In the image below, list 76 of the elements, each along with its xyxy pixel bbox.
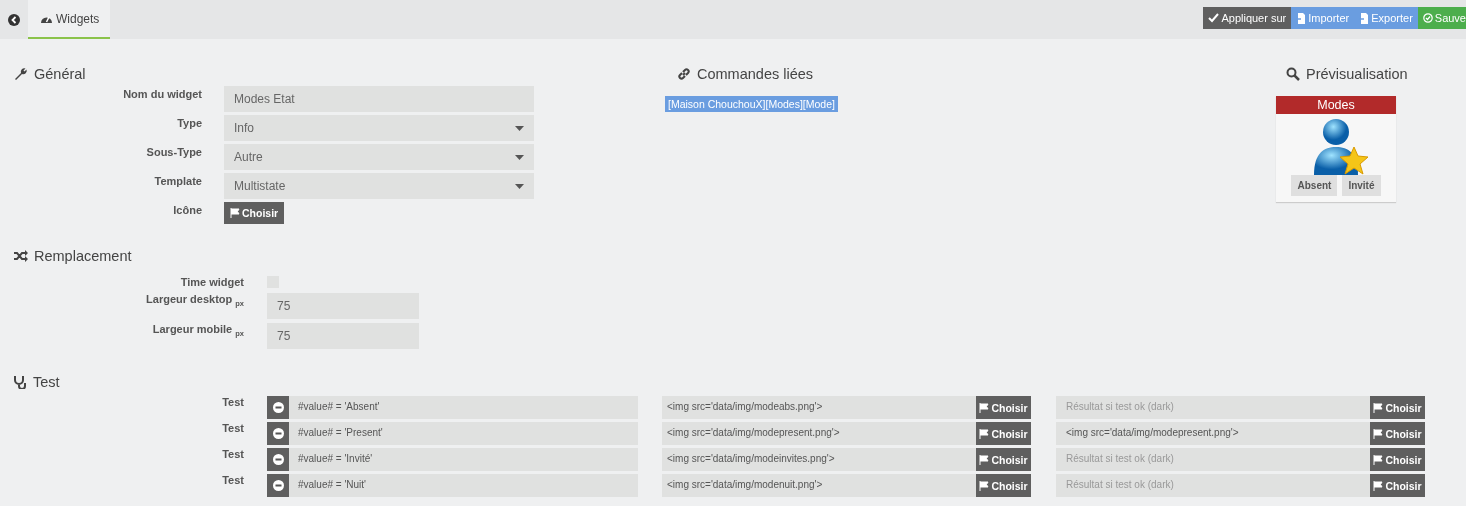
choose-button[interactable]: Choisir	[976, 448, 1031, 471]
section-title: Général	[34, 66, 86, 82]
result-field[interactable]: <img src='data/img/modeabs.png'>	[662, 396, 976, 419]
field-label: Template	[153, 174, 202, 187]
section-title: Remplacement	[34, 248, 132, 264]
section-title: Prévisualisation	[1306, 66, 1408, 82]
minus-circle-icon	[272, 428, 284, 439]
flag-icon	[230, 208, 240, 218]
widgets-tab[interactable]: Widgets	[28, 0, 111, 39]
result-field[interactable]: <img src='data/img/modepresent.png'>	[662, 422, 976, 445]
field-label: Type	[176, 116, 202, 129]
shuffle-icon	[14, 250, 28, 262]
back-arrow-icon	[8, 13, 20, 26]
condition-field[interactable]: #value# = 'Absent'	[289, 396, 638, 419]
remove-button[interactable]	[267, 474, 289, 497]
choose-button[interactable]: Choisir	[224, 202, 285, 224]
widget-title: Modes	[1276, 96, 1396, 114]
caret-icon	[515, 183, 524, 189]
minus-circle-icon	[272, 454, 284, 465]
field-label: Test	[221, 448, 244, 460]
field-label: Largeur desktop	[146, 293, 233, 305]
select-field[interactable]: Info	[224, 115, 534, 141]
select-field[interactable]: Autre	[224, 144, 534, 170]
choose-button[interactable]: Choisir	[1370, 396, 1425, 419]
result-field[interactable]: <img src='data/img/modenuit.png'>	[662, 474, 976, 497]
field-label: Nom du widget	[122, 87, 202, 100]
width-field[interactable]: 75	[267, 323, 419, 349]
result-field[interactable]: <img src='data/img/modeinvites.png'>	[662, 448, 976, 471]
condition-field[interactable]: #value# = 'Nuit'	[289, 474, 638, 497]
flag-icon	[979, 454, 990, 465]
field-label: Largeur mobile	[152, 323, 233, 335]
choose-button[interactable]: Choisir	[1370, 422, 1425, 445]
flag-icon	[979, 480, 990, 491]
apply-button[interactable]: Appliquer sur	[1203, 7, 1292, 29]
section-title: Commandes liées	[697, 66, 814, 82]
mode-button[interactable]: Absent	[1291, 175, 1338, 196]
remove-button[interactable]	[267, 396, 289, 419]
file-icon	[1359, 12, 1370, 24]
flag-icon	[979, 402, 990, 413]
choose-button[interactable]: Choisir	[976, 396, 1031, 419]
flag-icon	[979, 428, 990, 439]
section-title: Test	[33, 374, 60, 390]
choose-button[interactable]: Choisir	[1370, 474, 1425, 497]
remove-button[interactable]	[267, 448, 289, 471]
select-field[interactable]: Multistate	[224, 173, 534, 199]
caret-icon	[515, 125, 524, 131]
flag-icon	[1373, 480, 1384, 491]
check-icon	[1208, 13, 1220, 23]
name-field[interactable]: Modes Etat	[224, 86, 534, 112]
field-label: Test	[221, 396, 244, 408]
field-label: Test	[221, 474, 244, 486]
flag-icon	[1373, 428, 1384, 439]
minus-circle-icon	[272, 402, 284, 413]
check-circle-icon	[1422, 13, 1433, 23]
dark-result-field[interactable]: <img src='data/img/modepresent.png'>	[1056, 422, 1370, 445]
mode-button[interactable]: Invité	[1342, 175, 1381, 196]
wrench-icon	[14, 67, 28, 81]
condition-field[interactable]: #value# = 'Present'	[289, 422, 638, 445]
stethoscope-icon	[14, 375, 27, 389]
minus-circle-icon	[272, 480, 284, 491]
remove-button[interactable]	[267, 422, 289, 445]
width-field[interactable]: 75	[267, 293, 419, 319]
file-icon	[1296, 12, 1307, 24]
choose-button[interactable]: Choisir	[976, 422, 1031, 445]
flag-icon	[1373, 402, 1384, 413]
choose-button[interactable]: Choisir	[1370, 448, 1425, 471]
field-label: Icône	[172, 203, 202, 216]
flag-icon	[1373, 454, 1384, 465]
condition-field[interactable]: #value# = 'Invité'	[289, 448, 638, 471]
search-icon	[1286, 67, 1300, 81]
field-label: Sous-Type	[145, 145, 202, 158]
link-icon	[677, 67, 691, 81]
caret-icon	[515, 154, 524, 160]
field-label: Time widget	[179, 276, 244, 288]
field-label: Test	[221, 422, 244, 434]
choose-button[interactable]: Choisir	[976, 474, 1031, 497]
